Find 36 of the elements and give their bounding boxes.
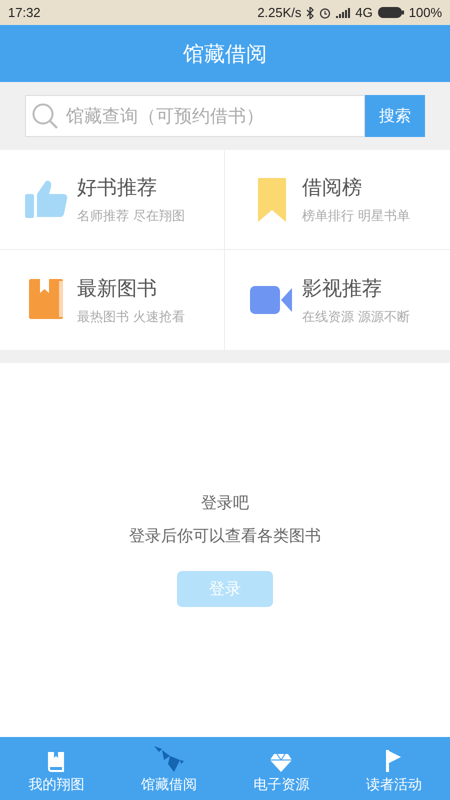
- battery-icon: [378, 7, 404, 18]
- tab-item[interactable]: 馆藏借阅: [112, 737, 225, 800]
- network-type: 4G: [355, 5, 373, 20]
- bluetooth-icon: [306, 6, 314, 18]
- tile-subtitle: 名师推荐 尽在翔图: [77, 208, 186, 225]
- tile-subtitle: 在线资源 源源不断: [302, 308, 410, 326]
- signal-icon: [336, 8, 350, 18]
- category-tile[interactable]: 好书推荐 名师推荐 尽在翔图: [0, 150, 225, 250]
- alarm-icon: [319, 6, 332, 18]
- tile-title: 借阅榜: [302, 174, 363, 201]
- page-title: 馆藏借阅: [183, 40, 267, 68]
- tile-title: 最新图书: [77, 274, 158, 302]
- tile-subtitle: 榜单排行 明星书单: [302, 208, 410, 225]
- search-field[interactable]: 馆藏查询（可预约借书）: [25, 95, 365, 137]
- login-message: 登录后你可以查看各类图书: [129, 526, 321, 547]
- tile-subtitle: 最热图书 火速抢看: [77, 308, 186, 326]
- video-camera-icon: [250, 284, 294, 316]
- tab-item[interactable]: 读者活动: [338, 737, 450, 800]
- battery-level: 100%: [408, 5, 442, 20]
- search-button[interactable]: 搜索: [365, 95, 425, 137]
- thumbs-up-icon: [25, 180, 69, 220]
- login-button[interactable]: 登录: [177, 571, 273, 607]
- category-tile[interactable]: 最新图书 最热图书 火速抢看: [0, 250, 225, 350]
- flag-icon: [386, 750, 402, 772]
- tab-item[interactable]: 我的翔图: [0, 737, 112, 800]
- category-tile[interactable]: 借阅榜 榜单排行 明星书单: [225, 150, 450, 250]
- origami-bird-icon: [154, 746, 184, 772]
- category-tile[interactable]: 影视推荐 在线资源 源源不断: [225, 250, 450, 350]
- diamond-icon: [270, 754, 292, 772]
- book-icon: [46, 752, 66, 772]
- login-prompt: 登录吧: [201, 493, 249, 514]
- tile-title: 好书推荐: [77, 174, 158, 201]
- tile-title: 影视推荐: [302, 274, 383, 302]
- tab-item[interactable]: 电子资源: [225, 737, 338, 800]
- status-time: 17:32: [8, 5, 41, 20]
- network-speed: 2.25K/s: [257, 5, 302, 20]
